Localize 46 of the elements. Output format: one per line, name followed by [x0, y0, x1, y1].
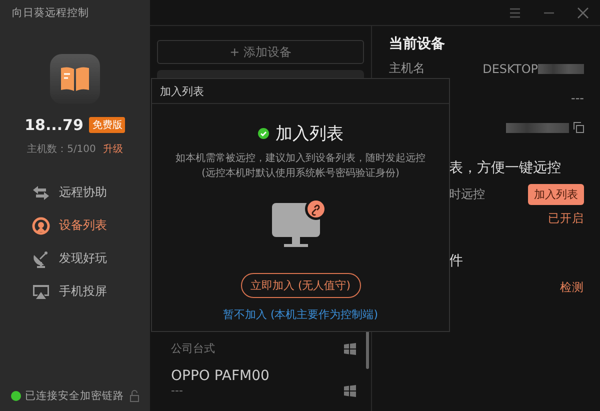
section-title: 件 [449, 252, 464, 271]
host-name: DESKTOP [482, 62, 538, 76]
screen-cast-icon [32, 282, 50, 300]
nav-item[interactable]: 设备列表 [0, 209, 150, 242]
join-now-button[interactable]: 立即加入 (无人值守) [240, 273, 360, 298]
close-icon[interactable] [577, 6, 589, 18]
skip-link[interactable]: 暂不加入 (本机主要作为控制端) [222, 307, 378, 322]
check-link[interactable]: 检测 [560, 280, 584, 295]
redacted-mark [538, 64, 584, 74]
nav-item[interactable]: 远程协助 [0, 176, 150, 209]
windows-icon [344, 384, 356, 396]
target-icon [32, 216, 50, 234]
swap-arrows-icon [32, 184, 50, 202]
dialog-heading: 加入列表 [276, 123, 344, 145]
dialog-title: 加入列表 [160, 84, 204, 98]
windows-icon [344, 342, 356, 354]
copy-icon[interactable] [573, 122, 584, 133]
device-name: OPPO PAFM00 [171, 368, 270, 384]
satellite-dish-icon [32, 250, 50, 268]
join-list-button[interactable]: 加入列表 [528, 184, 584, 205]
status-dot [11, 391, 21, 401]
plan-badge: 免费版 [89, 117, 126, 133]
menu-icon[interactable] [509, 6, 521, 18]
section-title: 当前设备 [389, 35, 446, 53]
device-detail: 公司台式 [171, 341, 215, 356]
dialog-description: 如本机需常被远控，建议加入到设备列表，随时发起远控 [176, 152, 426, 166]
app-title: 向日葵远程控制 [11, 6, 90, 21]
field-value: --- [571, 91, 584, 105]
nav-item[interactable]: 发现好玩 [0, 242, 150, 275]
account-name: 18...79 [24, 116, 84, 134]
nav-item[interactable]: 手机投屏 [0, 275, 150, 308]
scrollbar[interactable] [366, 331, 369, 369]
field-label: 主机名 [389, 60, 425, 77]
setting-label: 时远控 [449, 186, 485, 203]
add-device-button[interactable]: + 添加设备 [157, 40, 364, 64]
section-title: 表，方便一键远控 [449, 159, 562, 178]
book-logo-icon [50, 54, 100, 104]
connection-status: 已连接安全加密链路 [25, 389, 125, 403]
lock-icon[interactable] [129, 390, 140, 402]
status-text: 已开启 [548, 210, 584, 226]
check-icon [258, 128, 268, 139]
device-detail: --- [171, 384, 183, 397]
redacted-mark [506, 122, 569, 132]
host-count: 主机数：5/100 [27, 142, 96, 156]
dialog-description: (远控本机时默认使用系统帐号密码验证身份) [200, 166, 400, 181]
upgrade-link[interactable]: 升级 [102, 142, 123, 156]
